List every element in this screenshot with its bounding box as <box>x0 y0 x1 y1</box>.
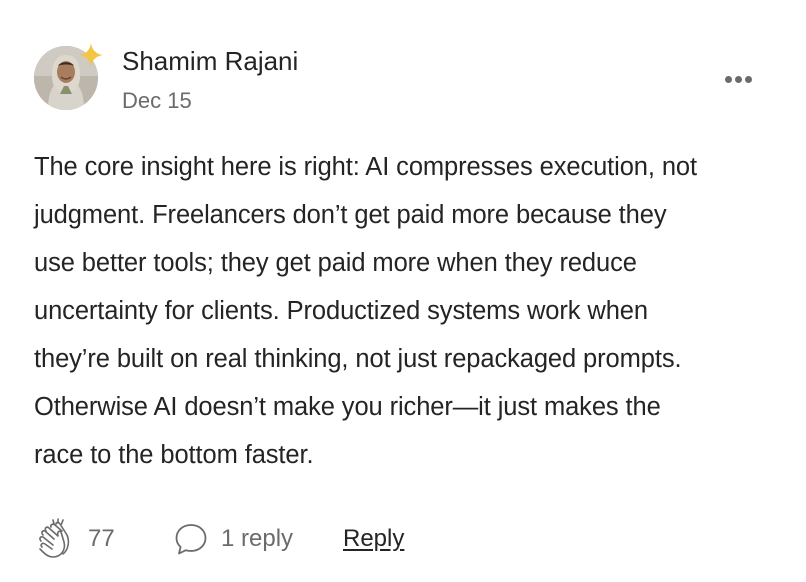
comment-card: Shamim Rajani Dec 15 The core insight he… <box>0 0 806 582</box>
sparkle-star-icon <box>79 43 103 67</box>
author-name[interactable]: Shamim Rajani <box>122 46 298 76</box>
clap-icon <box>39 518 70 558</box>
responses-count: 1 reply <box>221 525 294 552</box>
speech-bubble-icon <box>175 524 207 555</box>
author-avatar-link[interactable] <box>34 42 103 110</box>
comment-body: The core insight here is right: AI compr… <box>34 153 698 469</box>
clap-button[interactable]: 77 <box>34 514 115 564</box>
more-horizontal-icon <box>724 75 732 83</box>
responses-button[interactable]: 1 reply <box>173 514 293 564</box>
clap-count: 77 <box>88 525 115 552</box>
more-options-button[interactable] <box>718 66 758 92</box>
reply-link[interactable]: Reply <box>343 524 404 554</box>
comment-date: Dec 15 <box>122 88 192 113</box>
comment-actions: 77 1 reply Reply <box>34 514 774 564</box>
